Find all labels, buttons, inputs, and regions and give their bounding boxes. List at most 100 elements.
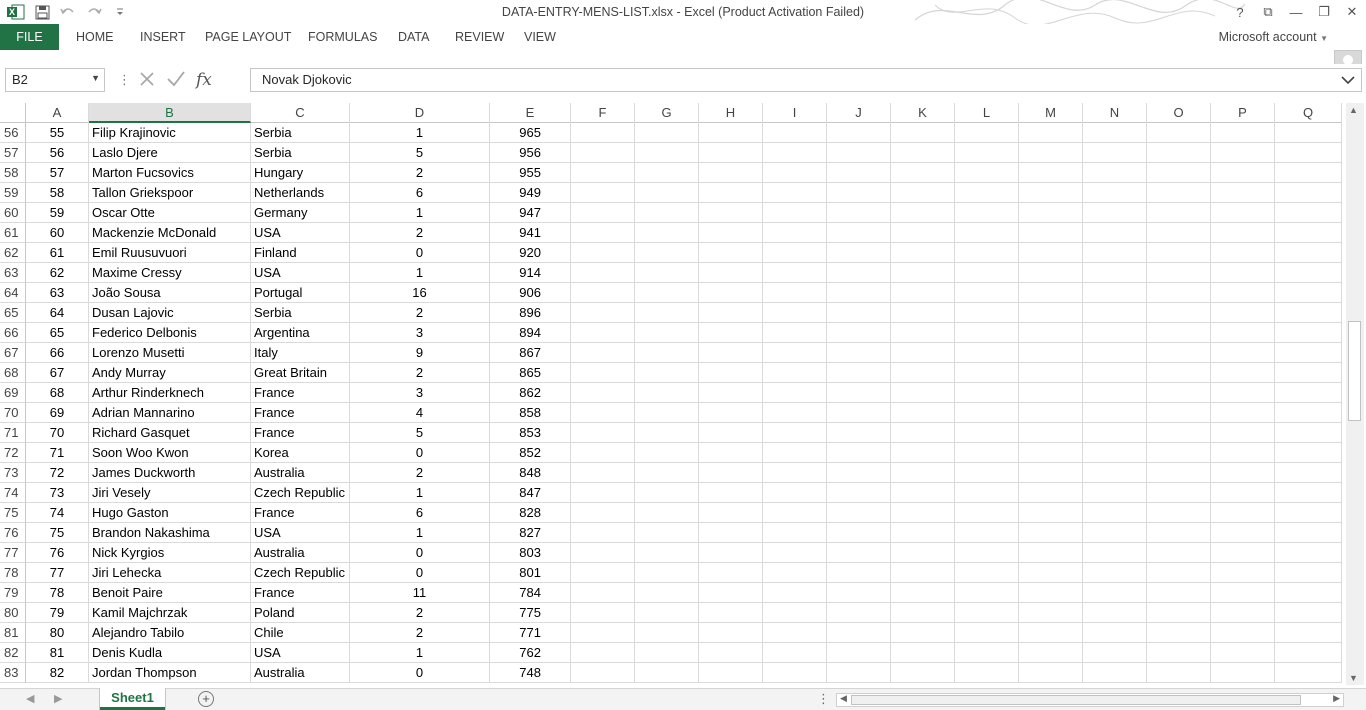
cell-b[interactable]: Nick Kyrgios <box>89 543 251 563</box>
cell-c[interactable]: Poland <box>251 603 350 623</box>
horizontal-scroll-thumb[interactable] <box>851 695 1301 705</box>
cell-o[interactable] <box>1147 523 1211 543</box>
row-header[interactable]: 58 <box>0 163 26 183</box>
row-header[interactable]: 72 <box>0 443 26 463</box>
row-header[interactable]: 57 <box>0 143 26 163</box>
cell-h[interactable] <box>699 643 763 663</box>
cell-k[interactable] <box>891 603 955 623</box>
cell-q[interactable] <box>1275 603 1342 623</box>
add-sheet-button[interactable]: + <box>198 691 214 707</box>
cell-n[interactable] <box>1083 123 1147 143</box>
cell-e[interactable]: 941 <box>490 223 571 243</box>
cell-o[interactable] <box>1147 583 1211 603</box>
cell-g[interactable] <box>635 303 699 323</box>
cell-d[interactable]: 4 <box>350 403 490 423</box>
minimize-button[interactable]: — <box>1282 0 1310 24</box>
cell-f[interactable] <box>571 263 635 283</box>
column-header-o[interactable]: O <box>1147 103 1211 123</box>
cell-f[interactable] <box>571 443 635 463</box>
cell-j[interactable] <box>827 583 891 603</box>
cell-b[interactable]: Kamil Majchrzak <box>89 603 251 623</box>
cell-q[interactable] <box>1275 503 1342 523</box>
cell-d[interactable]: 1 <box>350 123 490 143</box>
cell-o[interactable] <box>1147 263 1211 283</box>
cell-a[interactable]: 61 <box>26 243 89 263</box>
cell-c[interactable]: Australia <box>251 543 350 563</box>
cell-o[interactable] <box>1147 243 1211 263</box>
cell-b[interactable]: Andy Murray <box>89 363 251 383</box>
cell-a[interactable]: 81 <box>26 643 89 663</box>
cell-q[interactable] <box>1275 223 1342 243</box>
cell-h[interactable] <box>699 243 763 263</box>
cell-q[interactable] <box>1275 443 1342 463</box>
cell-g[interactable] <box>635 163 699 183</box>
cell-i[interactable] <box>763 203 827 223</box>
cell-j[interactable] <box>827 303 891 323</box>
cell-l[interactable] <box>955 183 1019 203</box>
cell-j[interactable] <box>827 143 891 163</box>
cell-k[interactable] <box>891 223 955 243</box>
cell-n[interactable] <box>1083 163 1147 183</box>
expand-formula-bar-icon[interactable] <box>1341 73 1355 88</box>
cell-q[interactable] <box>1275 303 1342 323</box>
cell-e[interactable]: 906 <box>490 283 571 303</box>
cell-e[interactable]: 827 <box>490 523 571 543</box>
tab-formulas[interactable]: FORMULAS <box>298 24 387 50</box>
cell-o[interactable] <box>1147 223 1211 243</box>
cell-h[interactable] <box>699 203 763 223</box>
sheet-prev-icon[interactable]: ◀ <box>26 692 34 705</box>
cell-q[interactable] <box>1275 663 1342 683</box>
cell-n[interactable] <box>1083 463 1147 483</box>
cell-h[interactable] <box>699 503 763 523</box>
cell-n[interactable] <box>1083 263 1147 283</box>
cell-q[interactable] <box>1275 423 1342 443</box>
cell-h[interactable] <box>699 263 763 283</box>
cell-a[interactable]: 67 <box>26 363 89 383</box>
cell-n[interactable] <box>1083 423 1147 443</box>
cell-b[interactable]: Tallon Griekspoor <box>89 183 251 203</box>
cell-f[interactable] <box>571 483 635 503</box>
cell-c[interactable]: Great Britain <box>251 363 350 383</box>
cell-f[interactable] <box>571 643 635 663</box>
cell-n[interactable] <box>1083 203 1147 223</box>
cell-j[interactable] <box>827 523 891 543</box>
cell-g[interactable] <box>635 443 699 463</box>
cell-q[interactable] <box>1275 263 1342 283</box>
cell-c[interactable]: France <box>251 403 350 423</box>
cell-o[interactable] <box>1147 463 1211 483</box>
cell-i[interactable] <box>763 463 827 483</box>
cell-h[interactable] <box>699 143 763 163</box>
cell-g[interactable] <box>635 563 699 583</box>
cell-m[interactable] <box>1019 243 1083 263</box>
scroll-right-arrow-icon[interactable]: ▶ <box>1333 693 1340 704</box>
cell-p[interactable] <box>1211 603 1275 623</box>
column-header-c[interactable]: C <box>251 103 350 123</box>
cell-e[interactable]: 914 <box>490 263 571 283</box>
cell-g[interactable] <box>635 503 699 523</box>
cell-j[interactable] <box>827 603 891 623</box>
cell-l[interactable] <box>955 323 1019 343</box>
cell-m[interactable] <box>1019 123 1083 143</box>
cell-b[interactable]: Arthur Rinderknech <box>89 383 251 403</box>
cell-e[interactable]: 762 <box>490 643 571 663</box>
column-header-d[interactable]: D <box>350 103 490 123</box>
cell-m[interactable] <box>1019 223 1083 243</box>
cell-m[interactable] <box>1019 663 1083 683</box>
cell-p[interactable] <box>1211 283 1275 303</box>
cell-e[interactable]: 847 <box>490 483 571 503</box>
cell-a[interactable]: 55 <box>26 123 89 143</box>
cell-j[interactable] <box>827 463 891 483</box>
cell-p[interactable] <box>1211 203 1275 223</box>
cell-d[interactable]: 2 <box>350 163 490 183</box>
cell-c[interactable]: Chile <box>251 623 350 643</box>
cell-o[interactable] <box>1147 603 1211 623</box>
cell-a[interactable]: 74 <box>26 503 89 523</box>
cell-m[interactable] <box>1019 623 1083 643</box>
cell-p[interactable] <box>1211 523 1275 543</box>
cell-m[interactable] <box>1019 403 1083 423</box>
cell-f[interactable] <box>571 203 635 223</box>
cell-b[interactable]: Denis Kudla <box>89 643 251 663</box>
cell-l[interactable] <box>955 483 1019 503</box>
cell-e[interactable]: 947 <box>490 203 571 223</box>
sheet-next-icon[interactable]: ▶ <box>54 692 62 705</box>
